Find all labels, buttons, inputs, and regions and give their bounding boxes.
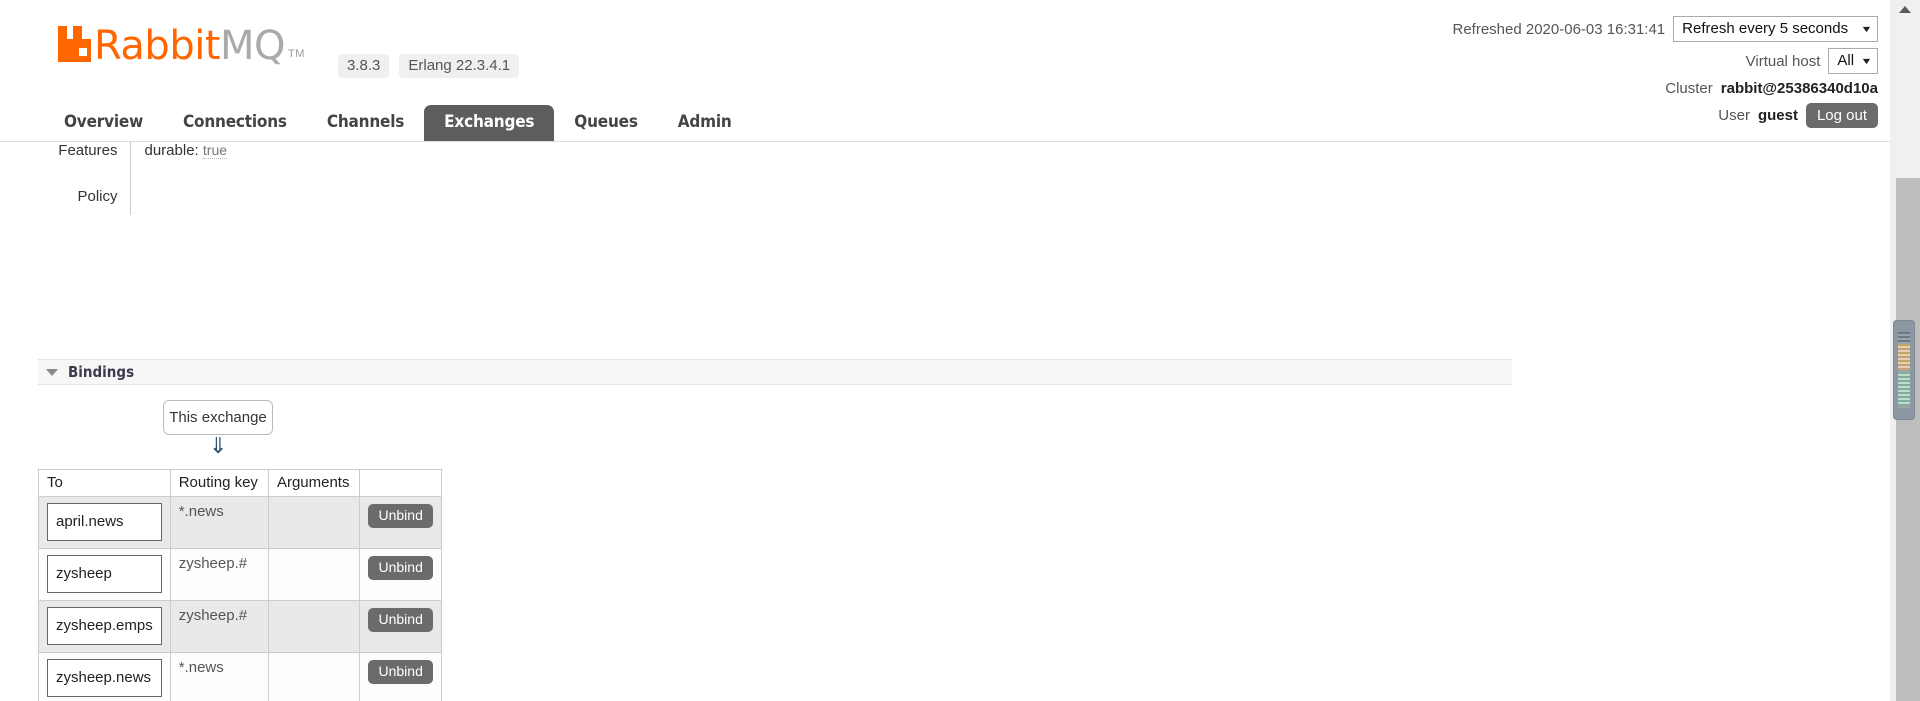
version-badges: 3.8.3 Erlang 22.3.4.1 (338, 54, 520, 78)
cell-actions: Unbind (359, 600, 442, 653)
policy-row: Policy (40, 169, 227, 215)
this-exchange-label: This exchange (169, 409, 267, 426)
table-row: zysheep.emps zysheep.# Unbind (38, 600, 442, 653)
binding-destination-link[interactable]: zysheep (47, 555, 162, 593)
policy-value-cell (130, 169, 227, 215)
server-version-badge: 3.8.3 (338, 54, 390, 78)
bindings-table-head: To Routing key Arguments (38, 469, 442, 497)
cell-to: april.news (38, 496, 171, 549)
binding-destination-link[interactable]: zysheep.emps (47, 607, 162, 645)
col-header-arguments: Arguments (267, 469, 361, 497)
cell-to: zysheep (38, 548, 171, 601)
policy-label: Policy (40, 169, 131, 215)
bindings-table: To Routing key Arguments april.news *.ne… (38, 469, 442, 701)
bindings-section-header[interactable]: Bindings (38, 359, 1512, 385)
scrollbar-grip-accent2-icon (1898, 372, 1910, 406)
binding-routing-key: zysheep.# (178, 607, 248, 624)
this-exchange-node: This exchange (163, 400, 273, 435)
table-row: zysheep.news *.news Unbind (38, 652, 442, 701)
vhost-row: Virtual host All ▼ (1452, 48, 1878, 74)
main-navigation: Overview Connections Channels Exchanges … (0, 105, 1890, 142)
cell-to: zysheep.emps (38, 600, 171, 653)
unbind-button[interactable]: Unbind (368, 660, 433, 684)
col-header-to: To (38, 469, 171, 497)
table-row: zysheep zysheep.# Unbind (38, 548, 442, 601)
unbind-button[interactable]: Unbind (368, 504, 433, 528)
features-value-cell: durable: true (130, 142, 228, 169)
cell-arguments (267, 548, 361, 601)
page-header: RabbitMQ TM 3.8.3 Erlang 22.3.4.1 Refres… (0, 0, 1890, 142)
tab-connections[interactable]: Connections (163, 105, 307, 141)
cluster-label: Cluster (1665, 80, 1713, 97)
rabbitmq-logo[interactable]: RabbitMQ TM (58, 26, 305, 66)
cell-routing-key: *.news (169, 652, 269, 701)
binding-arguments (269, 601, 360, 607)
rabbitmq-management-page: RabbitMQ TM 3.8.3 Erlang 22.3.4.1 Refres… (0, 0, 1920, 701)
logo-wordmark: RabbitMQ (94, 23, 286, 69)
bindings-table-body: april.news *.news Unbind zysheep zysheep… (38, 496, 442, 701)
cell-routing-key: zysheep.# (169, 600, 269, 653)
page-content: RabbitMQ TM 3.8.3 Erlang 22.3.4.1 Refres… (0, 0, 1890, 701)
table-row: april.news *.news Unbind (38, 496, 442, 549)
feature-key-durable: durable: (144, 142, 199, 159)
logo-text-mq: MQ (220, 23, 286, 69)
scroll-up-arrow-icon[interactable] (1899, 6, 1911, 13)
col-header-actions (359, 469, 442, 497)
cell-to: zysheep.news (38, 652, 171, 701)
binding-destination-link[interactable]: april.news (47, 503, 162, 541)
col-header-routing-key: Routing key (169, 469, 269, 497)
unbind-button[interactable]: Unbind (368, 608, 433, 632)
exchange-details-table: Features durable: true Policy (40, 142, 228, 215)
binding-routing-key: *.news (178, 503, 224, 520)
erlang-version-badge: Erlang 22.3.4.1 (399, 54, 520, 78)
tab-queues[interactable]: Queues (554, 105, 657, 141)
binding-routing-key: *.news (178, 659, 224, 676)
features-row: Features durable: true (40, 142, 228, 169)
rabbit-logo-icon (58, 26, 91, 62)
scrollbar-thumb[interactable] (1893, 320, 1915, 420)
cell-arguments (267, 600, 361, 653)
features-label: Features (40, 142, 131, 169)
cell-routing-key: zysheep.# (169, 548, 269, 601)
bindings-header-row: To Routing key Arguments (38, 469, 442, 497)
binding-arguments (269, 653, 360, 659)
cell-actions: Unbind (359, 548, 442, 601)
chevron-down-icon: ▼ (1860, 24, 1873, 34)
cell-routing-key: *.news (169, 496, 269, 549)
cell-actions: Unbind (359, 652, 442, 701)
chevron-down-icon: ▼ (1860, 56, 1873, 66)
binding-arguments (269, 549, 360, 555)
refresh-interval-value: Refresh every 5 seconds (1682, 20, 1849, 37)
tab-exchanges[interactable]: Exchanges (424, 105, 555, 141)
trademark-symbol: TM (288, 48, 305, 60)
bindings-section-title: Bindings (68, 363, 135, 381)
feature-value-durable: true (202, 142, 228, 159)
cell-arguments (267, 652, 361, 701)
tab-overview[interactable]: Overview (44, 105, 163, 141)
cell-actions: Unbind (359, 496, 442, 549)
refresh-row: Refreshed 2020-06-03 16:31:41 Refresh ev… (1452, 16, 1878, 42)
page-scrollbar[interactable] (1890, 0, 1920, 701)
unbind-button[interactable]: Unbind (368, 556, 433, 580)
vhost-value: All (1837, 52, 1855, 69)
refreshed-timestamp: Refreshed 2020-06-03 16:31:41 (1452, 20, 1666, 38)
double-down-arrow-icon: ⇓ (209, 434, 228, 459)
vhost-select[interactable]: All ▼ (1828, 48, 1878, 74)
binding-arguments (269, 497, 360, 503)
tab-channels[interactable]: Channels (307, 105, 424, 141)
main-body: Features durable: true Policy Bindings T… (0, 142, 1890, 701)
refresh-interval-select[interactable]: Refresh every 5 seconds ▼ (1673, 16, 1878, 42)
cluster-row: Cluster rabbit@25386340d10a (1452, 80, 1878, 97)
triangle-down-icon (46, 368, 58, 376)
binding-destination-link[interactable]: zysheep.news (47, 659, 162, 697)
scrollbar-track[interactable] (1896, 178, 1920, 701)
cluster-name: rabbit@25386340d10a (1720, 80, 1878, 97)
binding-routing-key: zysheep.# (178, 555, 248, 572)
logo-text-rabbit: Rabbit (94, 23, 221, 69)
scrollbar-grip-accent-icon (1898, 344, 1910, 370)
vhost-label: Virtual host (1745, 52, 1821, 70)
tab-admin[interactable]: Admin (658, 105, 752, 141)
cell-arguments (267, 496, 361, 549)
